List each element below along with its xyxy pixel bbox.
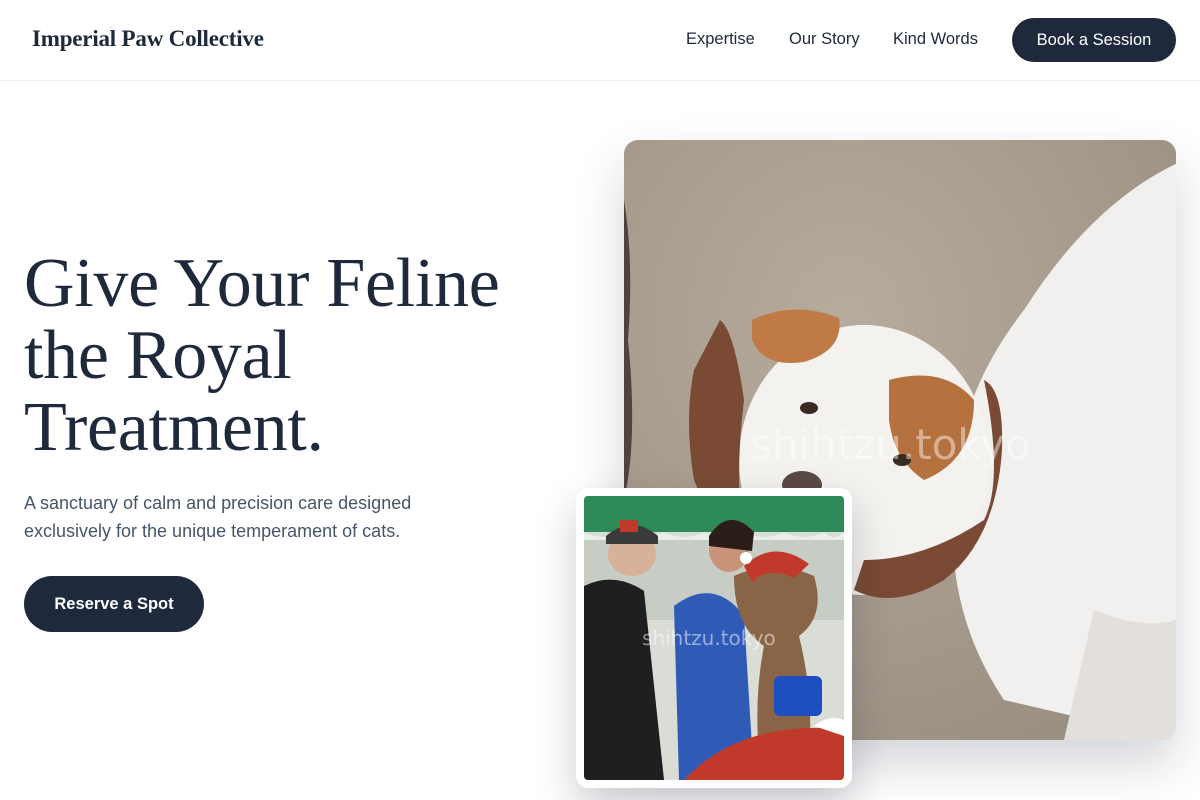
hero-headline: Give Your Feline the Royal Treatment. — [24, 245, 500, 466]
nav-link-expertise[interactable]: Expertise — [686, 30, 755, 49]
secondary-photo-card: shihtzu.tokyo — [576, 488, 852, 788]
top-navigation-bar: Imperial Paw Collective Expertise Our St… — [0, 0, 1200, 81]
hero-subtext: A sanctuary of calm and precision care d… — [24, 493, 412, 541]
brand-logo[interactable]: Imperial Paw Collective — [32, 26, 264, 52]
secondary-photo-alpaca: shihtzu.tokyo — [584, 496, 844, 780]
alpaca-photo-illustration — [584, 496, 844, 780]
nav-link-kind-words[interactable]: Kind Words — [893, 30, 978, 49]
book-session-button[interactable]: Book a Session — [1012, 18, 1176, 62]
nav-link-our-story[interactable]: Our Story — [789, 30, 860, 49]
reserve-spot-button[interactable]: Reserve a Spot — [24, 576, 204, 632]
